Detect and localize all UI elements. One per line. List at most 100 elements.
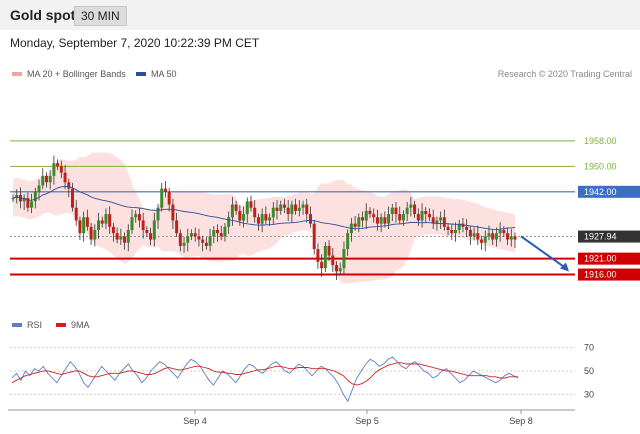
candle-body-109: [416, 214, 420, 221]
candle-body-74: [286, 207, 290, 215]
candle-body-98: [375, 217, 379, 224]
candle-body-11: [52, 163, 56, 176]
candle-body-116: [442, 217, 446, 227]
level-label-4: 1921.00: [584, 254, 617, 264]
candle-body-22: [93, 230, 97, 240]
candle-body-50: [197, 236, 201, 240]
candle-body-13: [59, 166, 63, 173]
candle-body-59: [230, 204, 234, 218]
candle-body-82: [316, 249, 320, 262]
candle-body-124: [472, 233, 476, 237]
candle-body-8: [41, 175, 45, 186]
candle-body-46: [182, 242, 186, 246]
candle-body-95: [364, 210, 368, 221]
candle-body-97: [372, 214, 376, 218]
candle-body-130: [494, 233, 498, 240]
candle-body-115: [439, 217, 443, 221]
candle-body-24: [100, 220, 104, 224]
candle-body-107: [409, 204, 413, 208]
candle-body-101: [387, 214, 391, 224]
candle-body-125: [476, 233, 480, 240]
candle-body-134: [509, 236, 513, 240]
candle-body-71: [275, 207, 279, 211]
candle-body-66: [256, 217, 260, 224]
candle-body-20: [85, 217, 89, 227]
candle-body-43: [171, 204, 175, 221]
candle-body-117: [446, 226, 450, 230]
candle-body-94: [361, 217, 365, 221]
candle-body-40: [160, 188, 164, 208]
candle-body-26: [108, 214, 112, 227]
candle-body-126: [480, 239, 484, 243]
candle-body-85: [327, 245, 331, 256]
level-label-2: 1942.00: [584, 187, 617, 197]
candle-body-41: [163, 188, 167, 192]
rsi-panel: 70 50 30: [10, 343, 594, 403]
candle-body-15: [67, 182, 71, 189]
candle-body-76: [294, 204, 298, 211]
candle-body-72: [279, 204, 283, 211]
candle-body-6: [33, 191, 37, 202]
candle-body-92: [353, 223, 357, 227]
x-tick-label-1: Sep 5: [355, 416, 379, 426]
candle-body-77: [297, 207, 301, 211]
candle-body-105: [401, 214, 405, 221]
candle-body-33: [134, 214, 138, 218]
candle-body-19: [82, 217, 86, 234]
candle-body-83: [320, 261, 324, 269]
candle-body-38: [152, 220, 156, 240]
level-label-0: 1958.00: [584, 136, 617, 146]
candle-body-54: [212, 230, 216, 237]
candle-body-17: [74, 207, 78, 221]
forecast-arrow-line: [520, 235, 566, 269]
candle-body-37: [149, 233, 153, 240]
candle-body-128: [487, 233, 491, 237]
candle-body-100: [383, 217, 387, 224]
candle-body-34: [137, 214, 141, 221]
candle-body-69: [268, 217, 272, 221]
rsi-tick-0: 70: [584, 343, 594, 353]
candle-body-90: [346, 233, 350, 250]
candle-body-106: [405, 207, 409, 215]
rsi-series-1: [11, 362, 518, 386]
candle-body-104: [398, 214, 402, 221]
candle-body-39: [156, 207, 160, 221]
candle-body-53: [208, 236, 212, 246]
candle-body-70: [271, 207, 275, 218]
candle-body-129: [491, 233, 495, 240]
candle-body-87: [335, 265, 339, 272]
candle-body-67: [260, 214, 264, 224]
candle-body-88: [338, 268, 342, 272]
candle-body-86: [331, 255, 335, 265]
candle-body-122: [465, 226, 469, 230]
level-label-1: 1950.00: [584, 161, 617, 171]
candle-body-45: [178, 233, 182, 246]
candle-body-68: [264, 214, 268, 221]
candle-body-119: [454, 230, 458, 234]
candle-body-102: [390, 207, 394, 215]
candle-body-30: [123, 236, 127, 243]
candle-body-42: [167, 191, 171, 205]
candle-body-93: [357, 217, 361, 227]
candle-body-18: [78, 220, 82, 234]
candle-body-84: [323, 245, 327, 269]
price-panel: 1958.00 1950.00 1942.00 1927.94 1921.00 1916.…: [10, 136, 640, 284]
level-label-3: 1927.94: [584, 232, 617, 242]
candle-body-110: [420, 210, 424, 221]
candle-body-21: [89, 226, 93, 240]
candle-body-64: [249, 201, 253, 208]
candle-body-112: [427, 214, 431, 218]
chart-widget: Gold spot 30 MIN Monday, September 7, 20…: [0, 0, 640, 434]
candle-body-133: [506, 233, 510, 240]
candle-body-73: [282, 204, 286, 208]
candle-body-52: [204, 242, 208, 246]
candle-body-132: [502, 230, 506, 234]
candle-body-25: [104, 214, 108, 224]
candle-body-35: [141, 220, 145, 230]
candle-body-63: [245, 201, 249, 215]
candle-body-78: [301, 204, 305, 208]
candle-body-9: [44, 175, 48, 183]
candle-body-29: [119, 236, 123, 240]
candle-body-32: [130, 217, 134, 230]
candle-body-108: [413, 204, 417, 215]
